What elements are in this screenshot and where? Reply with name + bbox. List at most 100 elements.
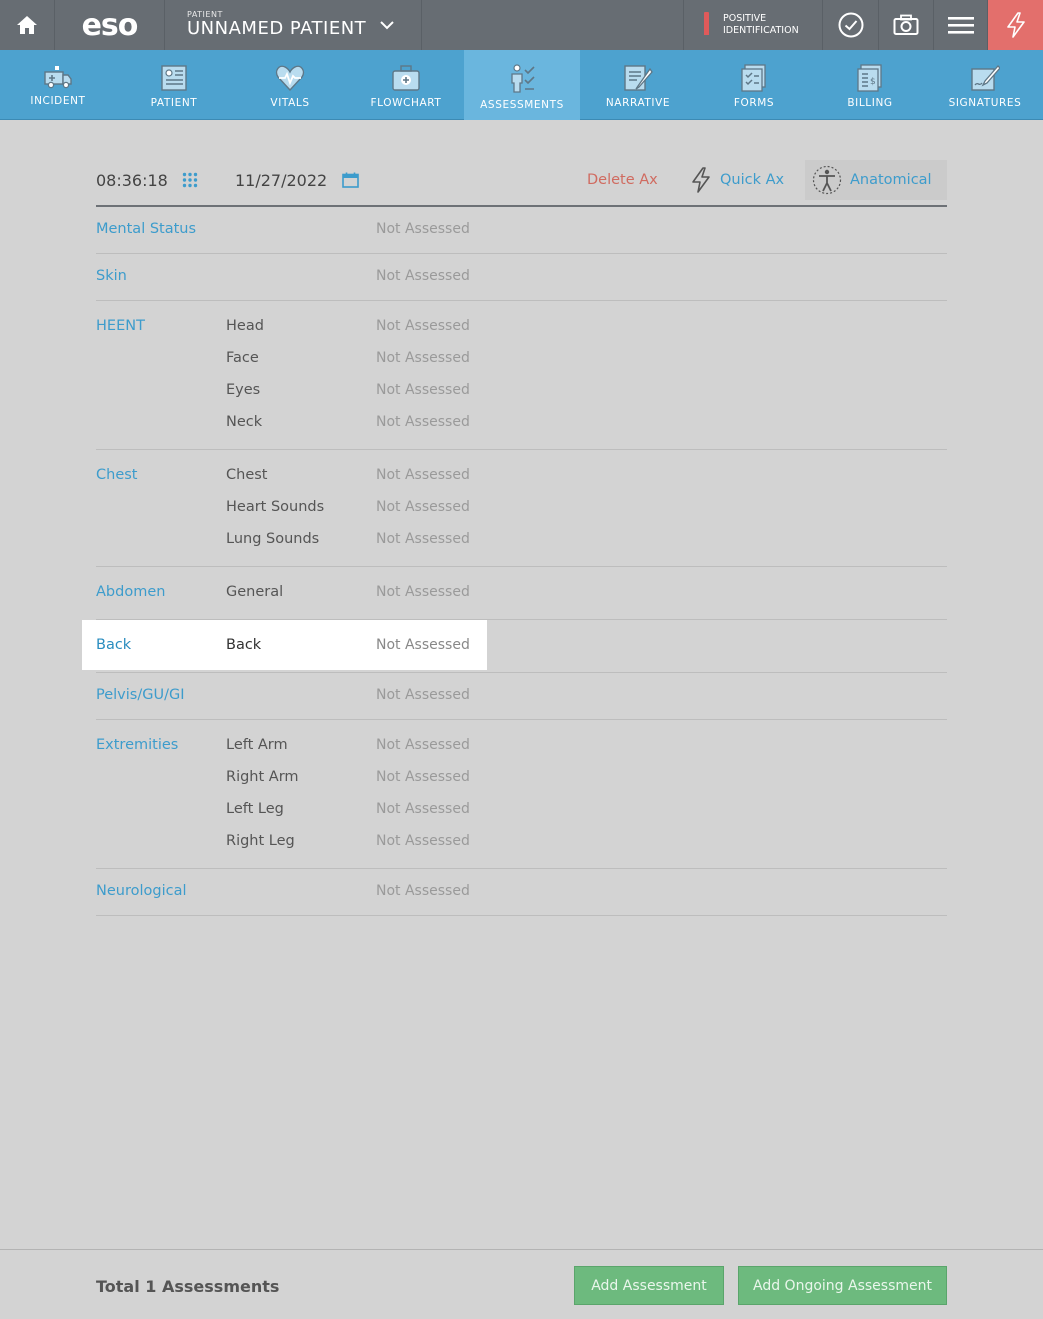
anatomical-button[interactable]: Anatomical (805, 160, 947, 200)
hamburger-menu-icon (947, 17, 974, 34)
delete-assessment-button[interactable]: Delete Ax (587, 172, 658, 188)
lightning-icon (692, 167, 710, 193)
sub-item-label[interactable]: Heart Sounds (226, 499, 324, 515)
section-chest[interactable]: Chest Chest Not Assessed Heart Sounds No… (96, 450, 947, 567)
category-label[interactable]: Back (96, 637, 131, 653)
section-heent[interactable]: HEENT Head Not Assessed Face Not Assesse… (96, 301, 947, 450)
assessment-date[interactable]: 11/27/2022 (235, 171, 327, 190)
category-label[interactable]: Extremities (96, 737, 178, 753)
section-abdomen[interactable]: Abdomen General Not Assessed (96, 567, 947, 620)
assessment-panel: 08:36:18 11/27/2022 Delete Ax Quick Ax A… (82, 155, 947, 916)
category-label[interactable]: Neurological (96, 883, 187, 899)
sub-item-label[interactable]: Back (226, 637, 261, 653)
section-mental-status[interactable]: Mental Status Not Assessed (96, 207, 947, 254)
tab-patient[interactable]: PATIENT (116, 50, 232, 120)
tab-label: FLOWCHART (370, 97, 442, 109)
status-text: Not Assessed (376, 769, 470, 785)
sub-item-label[interactable]: Lung Sounds (226, 531, 319, 547)
assessment-person-icon (511, 64, 535, 93)
tab-label: INCIDENT (30, 95, 86, 107)
tab-narrative[interactable]: NARRATIVE (580, 50, 696, 120)
tab-forms[interactable]: FORMS (696, 50, 812, 120)
sub-item-label[interactable]: Right Leg (226, 833, 295, 849)
tab-label: SIGNATURES (948, 97, 1022, 109)
quick-assessment-button[interactable]: Quick Ax (690, 167, 784, 193)
status-text: Not Assessed (376, 584, 470, 600)
sub-item-label[interactable]: Right Arm (226, 769, 299, 785)
status-text: Not Assessed (376, 499, 470, 515)
tab-label: NARRATIVE (605, 97, 671, 109)
sub-item-label[interactable]: Chest (226, 467, 267, 483)
status-text: Not Assessed (376, 883, 470, 899)
quick-action-button[interactable] (988, 0, 1043, 50)
tab-vitals[interactable]: VITALS (232, 50, 348, 120)
signature-icon (971, 65, 1000, 91)
category-label[interactable]: Chest (96, 467, 137, 483)
category-label[interactable]: Skin (96, 268, 127, 284)
sub-item-label[interactable]: Eyes (226, 382, 260, 398)
tab-assessments[interactable]: ASSESSMENTS (464, 50, 580, 120)
home-button[interactable] (0, 0, 55, 50)
status-text: Not Assessed (376, 637, 470, 653)
alert-icon (704, 12, 709, 39)
check-circle-icon (838, 12, 863, 38)
status-text: Not Assessed (376, 268, 470, 284)
svg-text:$: $ (870, 77, 876, 87)
tab-label: FORMS (733, 97, 775, 109)
section-nav: INCIDENT PATIENT VITALS FLOWCHART ASSESS… (0, 50, 1043, 120)
sub-item-label[interactable]: Left Arm (226, 737, 288, 753)
status-text: Not Assessed (376, 350, 470, 366)
forms-checklist-icon (741, 64, 766, 92)
total-assessments: Total 1 Assessments (96, 1277, 280, 1296)
lightning-icon (1006, 12, 1025, 38)
sub-item-label[interactable]: Left Leg (226, 801, 284, 817)
tab-label: PATIENT (150, 97, 198, 109)
camera-button[interactable] (879, 0, 934, 50)
patient-selector[interactable]: PATIENT UNNAMED PATIENT (165, 0, 422, 50)
tab-label: VITALS (270, 97, 310, 109)
patient-card-icon (161, 65, 187, 91)
section-skin[interactable]: Skin Not Assessed (96, 254, 947, 301)
tab-billing[interactable]: $ BILLING (812, 50, 928, 120)
category-label[interactable]: Abdomen (96, 584, 165, 600)
add-assessment-button[interactable]: Add Assessment (574, 1266, 724, 1305)
add-ongoing-assessment-button[interactable]: Add Ongoing Assessment (738, 1266, 947, 1305)
status-text: Not Assessed (376, 687, 470, 703)
ambulance-icon (44, 66, 72, 89)
tab-label: ASSESSMENTS (480, 99, 564, 111)
status-text: Not Assessed (376, 531, 470, 547)
sub-item-label[interactable]: Head (226, 318, 264, 334)
menu-button[interactable] (934, 0, 988, 50)
tab-incident[interactable]: INCIDENT (0, 50, 116, 120)
section-back[interactable]: Back Back Not Assessed (82, 620, 947, 673)
category-label[interactable]: Mental Status (96, 221, 196, 237)
positive-id-line2: IDENTIFICATION (723, 25, 799, 36)
category-label[interactable]: HEENT (96, 318, 145, 334)
quick-ax-label: Quick Ax (720, 172, 785, 188)
status-text: Not Assessed (376, 467, 470, 483)
section-pelvis[interactable]: Pelvis/GU/GI Not Assessed (96, 673, 947, 720)
assessment-toolbar: 08:36:18 11/27/2022 Delete Ax Quick Ax A… (96, 155, 947, 207)
sub-item-label[interactable]: Face (226, 350, 259, 366)
tab-flowchart[interactable]: FLOWCHART (348, 50, 464, 120)
positive-identification-button[interactable]: POSITIVE IDENTIFICATION (683, 0, 823, 50)
status-text: Not Assessed (376, 382, 470, 398)
status-text: Not Assessed (376, 414, 470, 430)
camera-icon (893, 14, 919, 35)
calendar-icon[interactable] (342, 172, 359, 192)
status-text: Not Assessed (376, 318, 470, 334)
status-text: Not Assessed (376, 737, 470, 753)
status-text: Not Assessed (376, 221, 470, 237)
sub-item-label[interactable]: General (226, 584, 283, 600)
section-extremities[interactable]: Extremities Left Arm Not Assessed Right … (96, 720, 947, 869)
validate-button[interactable] (823, 0, 879, 50)
tab-signatures[interactable]: SIGNATURES (927, 50, 1043, 120)
heartbeat-icon (275, 65, 305, 92)
assessment-time[interactable]: 08:36:18 (96, 171, 168, 190)
billing-dollar-icon: $ (857, 64, 882, 92)
category-label[interactable]: Pelvis/GU/GI (96, 687, 184, 703)
positive-id-line1: POSITIVE (723, 13, 767, 24)
sub-item-label[interactable]: Neck (226, 414, 262, 430)
section-neurological[interactable]: Neurological Not Assessed (96, 869, 947, 916)
keypad-icon[interactable] (182, 172, 198, 192)
